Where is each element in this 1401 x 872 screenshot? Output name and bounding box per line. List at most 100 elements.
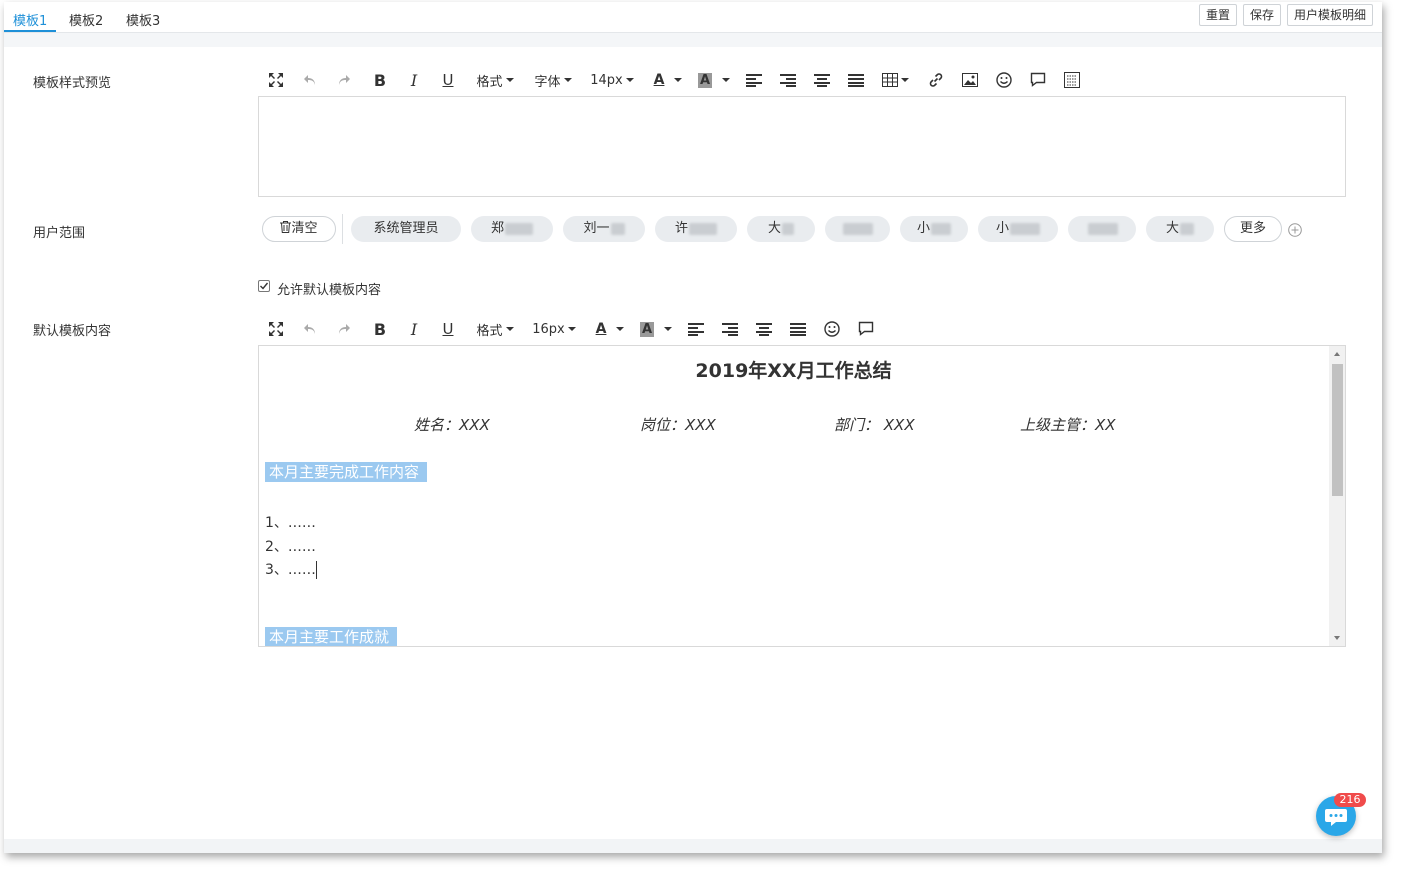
chip-divider (342, 214, 343, 244)
user-chip[interactable]: 大 (1146, 216, 1214, 242)
redo-icon[interactable] (332, 316, 356, 342)
user-chip[interactable]: 小 (900, 216, 968, 242)
fullscreen-icon[interactable] (264, 67, 288, 93)
tab-template-3[interactable]: 模板3 (126, 10, 160, 29)
clear-button[interactable]: 清空 (262, 216, 336, 242)
font-size-dropdown[interactable]: 16px (530, 316, 578, 342)
section-heading: 本月主要工作成就 (265, 627, 398, 646)
align-right-icon[interactable] (718, 316, 742, 342)
link-icon[interactable] (924, 67, 948, 93)
user-chip-label: 大 (1165, 221, 1179, 236)
allow-default-checkbox[interactable] (258, 280, 270, 292)
user-chip-label: 系统管理员 (373, 221, 439, 236)
background-color-icon: A (639, 321, 655, 337)
user-chip-label: 小 (916, 221, 930, 236)
align-center-icon[interactable] (752, 316, 776, 342)
user-chip-label: 大 (767, 221, 781, 236)
user-chip[interactable]: 系统管理员 (351, 216, 461, 242)
preview-label: 模板样式预览 (33, 76, 112, 91)
preview-toolbar: B I U 格式 字体 14px A A (262, 67, 1352, 95)
app-frame: 模板1 模板2 模板3 重置 保存 用户模板明细 模板样式预览 B I U 格式… (4, 2, 1382, 853)
user-range-label: 用户范围 (33, 226, 86, 241)
trash-icon (280, 221, 292, 233)
undo-icon[interactable] (298, 67, 322, 93)
background-color-button[interactable]: A (636, 316, 676, 342)
preview-editor[interactable] (258, 96, 1346, 197)
name-field: 姓名：XXX (414, 416, 490, 434)
default-content-editor[interactable]: 2019年XX月工作总结 姓名：XXX 岗位：XXX 部门： XXX 上级主管：… (258, 345, 1346, 647)
emoji-icon[interactable] (820, 316, 844, 342)
fullscreen-icon[interactable] (264, 316, 288, 342)
align-left-icon[interactable] (684, 316, 708, 342)
comment-icon[interactable] (1026, 67, 1050, 93)
tab-template-2[interactable]: 模板2 (69, 10, 103, 29)
more-users-button[interactable]: 更多 (1224, 216, 1282, 242)
align-right-icon[interactable] (776, 67, 800, 93)
user-chip[interactable]: 小 (978, 216, 1058, 242)
bold-icon[interactable]: B (368, 67, 392, 93)
list-item: 2、…… (265, 539, 316, 555)
user-chip-label: 小 (995, 221, 1009, 236)
align-center-icon[interactable] (810, 67, 834, 93)
background-color-icon: A (697, 72, 713, 88)
scroll-down-icon[interactable] (1329, 632, 1345, 644)
reset-button[interactable]: 重置 (1199, 4, 1238, 26)
italic-icon[interactable]: I (402, 316, 426, 342)
font-color-button[interactable]: A (590, 316, 630, 342)
position-field: 岗位：XXX (640, 416, 716, 434)
background-color-button[interactable]: A (694, 67, 734, 93)
align-justify-icon[interactable] (844, 67, 868, 93)
format-label: 格式 (476, 323, 503, 339)
redacted-text (689, 222, 717, 235)
emoji-icon[interactable] (992, 67, 1016, 93)
tab-template-1[interactable]: 模板1 (13, 10, 47, 29)
align-justify-icon[interactable] (786, 316, 810, 342)
tab-bar: 模板1 模板2 模板3 重置 保存 用户模板明细 (4, 2, 1382, 33)
user-chip[interactable]: 刘一 (563, 216, 645, 242)
user-chip[interactable]: 许 (655, 216, 737, 242)
user-chip[interactable]: 大 (747, 216, 815, 242)
notification-badge: 216 (1334, 793, 1366, 807)
redo-icon[interactable] (332, 67, 356, 93)
redacted-text (505, 222, 533, 235)
text-cursor (315, 561, 317, 579)
document-body[interactable]: 2019年XX月工作总结 姓名：XXX 岗位：XXX 部门： XXX 上级主管：… (259, 346, 1328, 646)
redacted-text (931, 222, 951, 235)
underline-icon[interactable]: U (436, 316, 460, 342)
table-button[interactable] (878, 67, 912, 93)
save-button[interactable]: 保存 (1243, 4, 1282, 26)
format-dropdown[interactable]: 格式 (472, 67, 518, 93)
user-template-detail-button[interactable]: 用户模板明细 (1287, 4, 1374, 26)
scrollbar-thumb[interactable] (1332, 364, 1343, 496)
user-chip[interactable]: 郑 (471, 216, 553, 242)
chevron-down-icon (900, 78, 909, 82)
redacted-text (1087, 222, 1118, 235)
italic-icon[interactable]: I (402, 67, 426, 93)
chevron-down-icon (567, 327, 576, 331)
user-chip[interactable] (825, 216, 890, 242)
font-dropdown[interactable]: 字体 (530, 67, 576, 93)
add-user-icon[interactable] (1288, 222, 1302, 237)
list-item: 1、…… (265, 515, 316, 531)
template-icon[interactable] (1060, 67, 1084, 93)
comment-icon[interactable] (854, 316, 878, 342)
undo-icon[interactable] (298, 316, 322, 342)
scroll-up-icon[interactable] (1329, 348, 1345, 360)
align-left-icon[interactable] (742, 67, 766, 93)
bold-icon[interactable]: B (368, 316, 392, 342)
format-dropdown[interactable]: 格式 (472, 316, 518, 342)
font-color-button[interactable]: A (648, 67, 688, 93)
list-item-text: 3、…… (265, 562, 316, 578)
section-heading: 本月主要完成工作内容 (265, 462, 428, 482)
user-chip[interactable] (1068, 216, 1136, 242)
font-size-dropdown[interactable]: 14px (588, 67, 636, 93)
vertical-scrollbar[interactable] (1329, 346, 1345, 646)
chevron-down-icon (625, 78, 634, 82)
header-divider (4, 33, 1382, 47)
font-label: 字体 (534, 74, 561, 90)
image-icon[interactable] (958, 67, 982, 93)
chevron-down-icon (505, 327, 514, 331)
default-content-label: 默认模板内容 (33, 324, 112, 339)
underline-icon[interactable]: U (436, 67, 460, 93)
chevron-down-icon (664, 327, 673, 331)
